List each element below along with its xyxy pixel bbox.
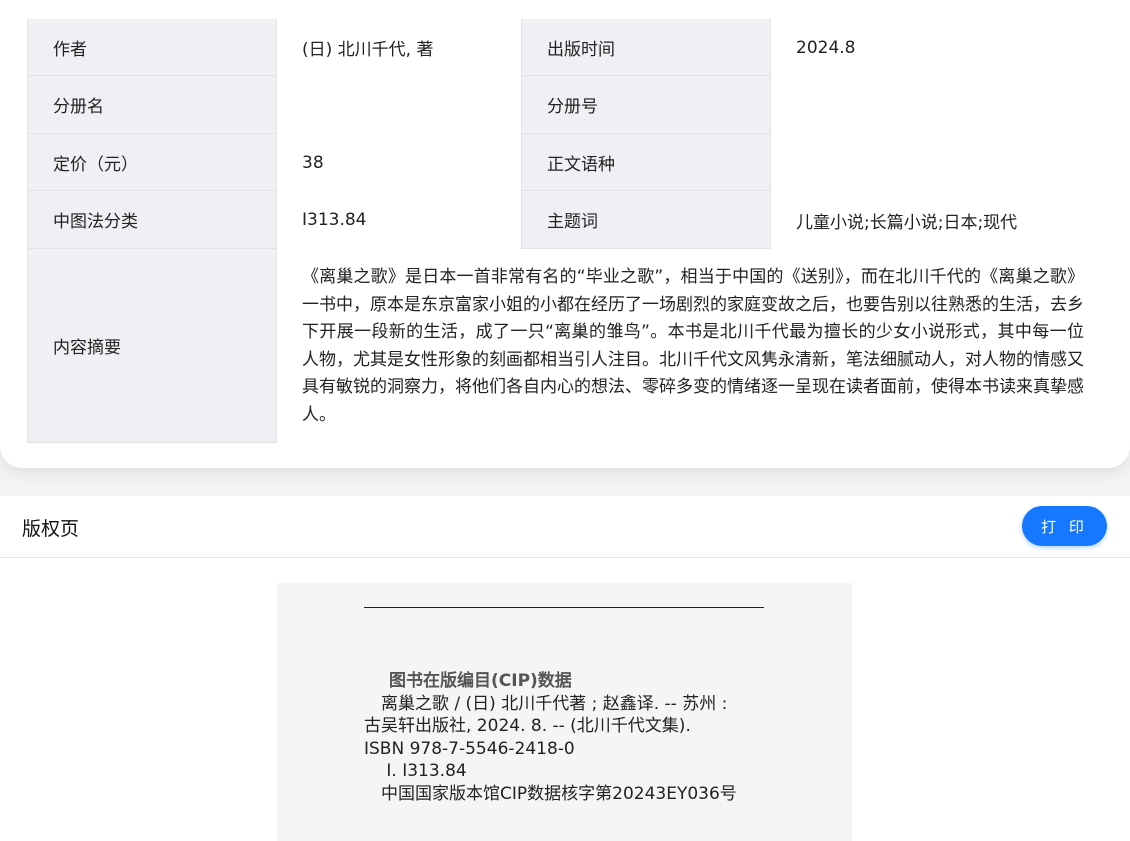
value-subject-terms: 儿童小说;长篇小说;日本;现代 [796,212,1018,233]
label-classification: 中图法分类 [27,191,277,249]
label-publish-date: 出版时间 [521,19,771,76]
label-summary: 内容摘要 [27,249,277,443]
label-price: 定价（元） [27,134,277,191]
copyright-page-area: 图书在版编目(CIP)数据 离巢之歌 / (日) 北川千代著 ; 赵鑫译. --… [0,558,1130,841]
label-volume-number: 分册号 [521,76,771,134]
cip-divider [364,607,764,608]
value-language [771,134,1101,191]
value-author: (日) 北川千代, 著 [302,40,434,60]
value-volume-number [771,76,1101,134]
cip-line: 古吴轩出版社, 2024. 8. -- (北川千代文集). [364,716,691,736]
value-price: 38 [302,152,324,173]
cip-block: 图书在版编目(CIP)数据 离巢之歌 / (日) 北川千代著 ; 赵鑫译. --… [364,670,834,805]
cip-line: 离巢之歌 / (日) 北川千代著 ; 赵鑫译. -- 苏州 : [364,693,728,714]
label-subject-terms: 主题词 [521,191,771,249]
print-button[interactable]: 打 印 [1022,506,1107,546]
book-details-card: 作者 (日) 北川千代, 著 出版时间 2024.8 分册名 分册号 定价（元）… [0,0,1130,468]
cip-line: Ⅰ. I313.84 [364,761,467,781]
section-title: 版权页 [22,518,80,540]
cip-line: ISBN 978-7-5546-2418-0 [364,738,575,759]
copyright-section-header: 版权页 打 印 [0,496,1130,558]
cip-page: 图书在版编目(CIP)数据 离巢之歌 / (日) 北川千代著 ; 赵鑫译. --… [277,583,852,841]
label-language: 正文语种 [521,134,771,191]
label-volume-name: 分册名 [27,76,277,134]
summary-text: 《离巢之歌》是日本一首非常有名的“毕业之歌”，相当于中国的《送别》，而在北川千代… [302,267,1084,425]
cip-heading: 图书在版编目(CIP)数据 [389,671,572,691]
value-volume-name [277,76,521,134]
value-publish-date: 2024.8 [796,37,856,58]
cip-line: 中国国家版本馆CIP数据核字第20243EY036号 [364,783,737,804]
label-author: 作者 [27,19,277,76]
value-classification: I313.84 [302,210,367,230]
